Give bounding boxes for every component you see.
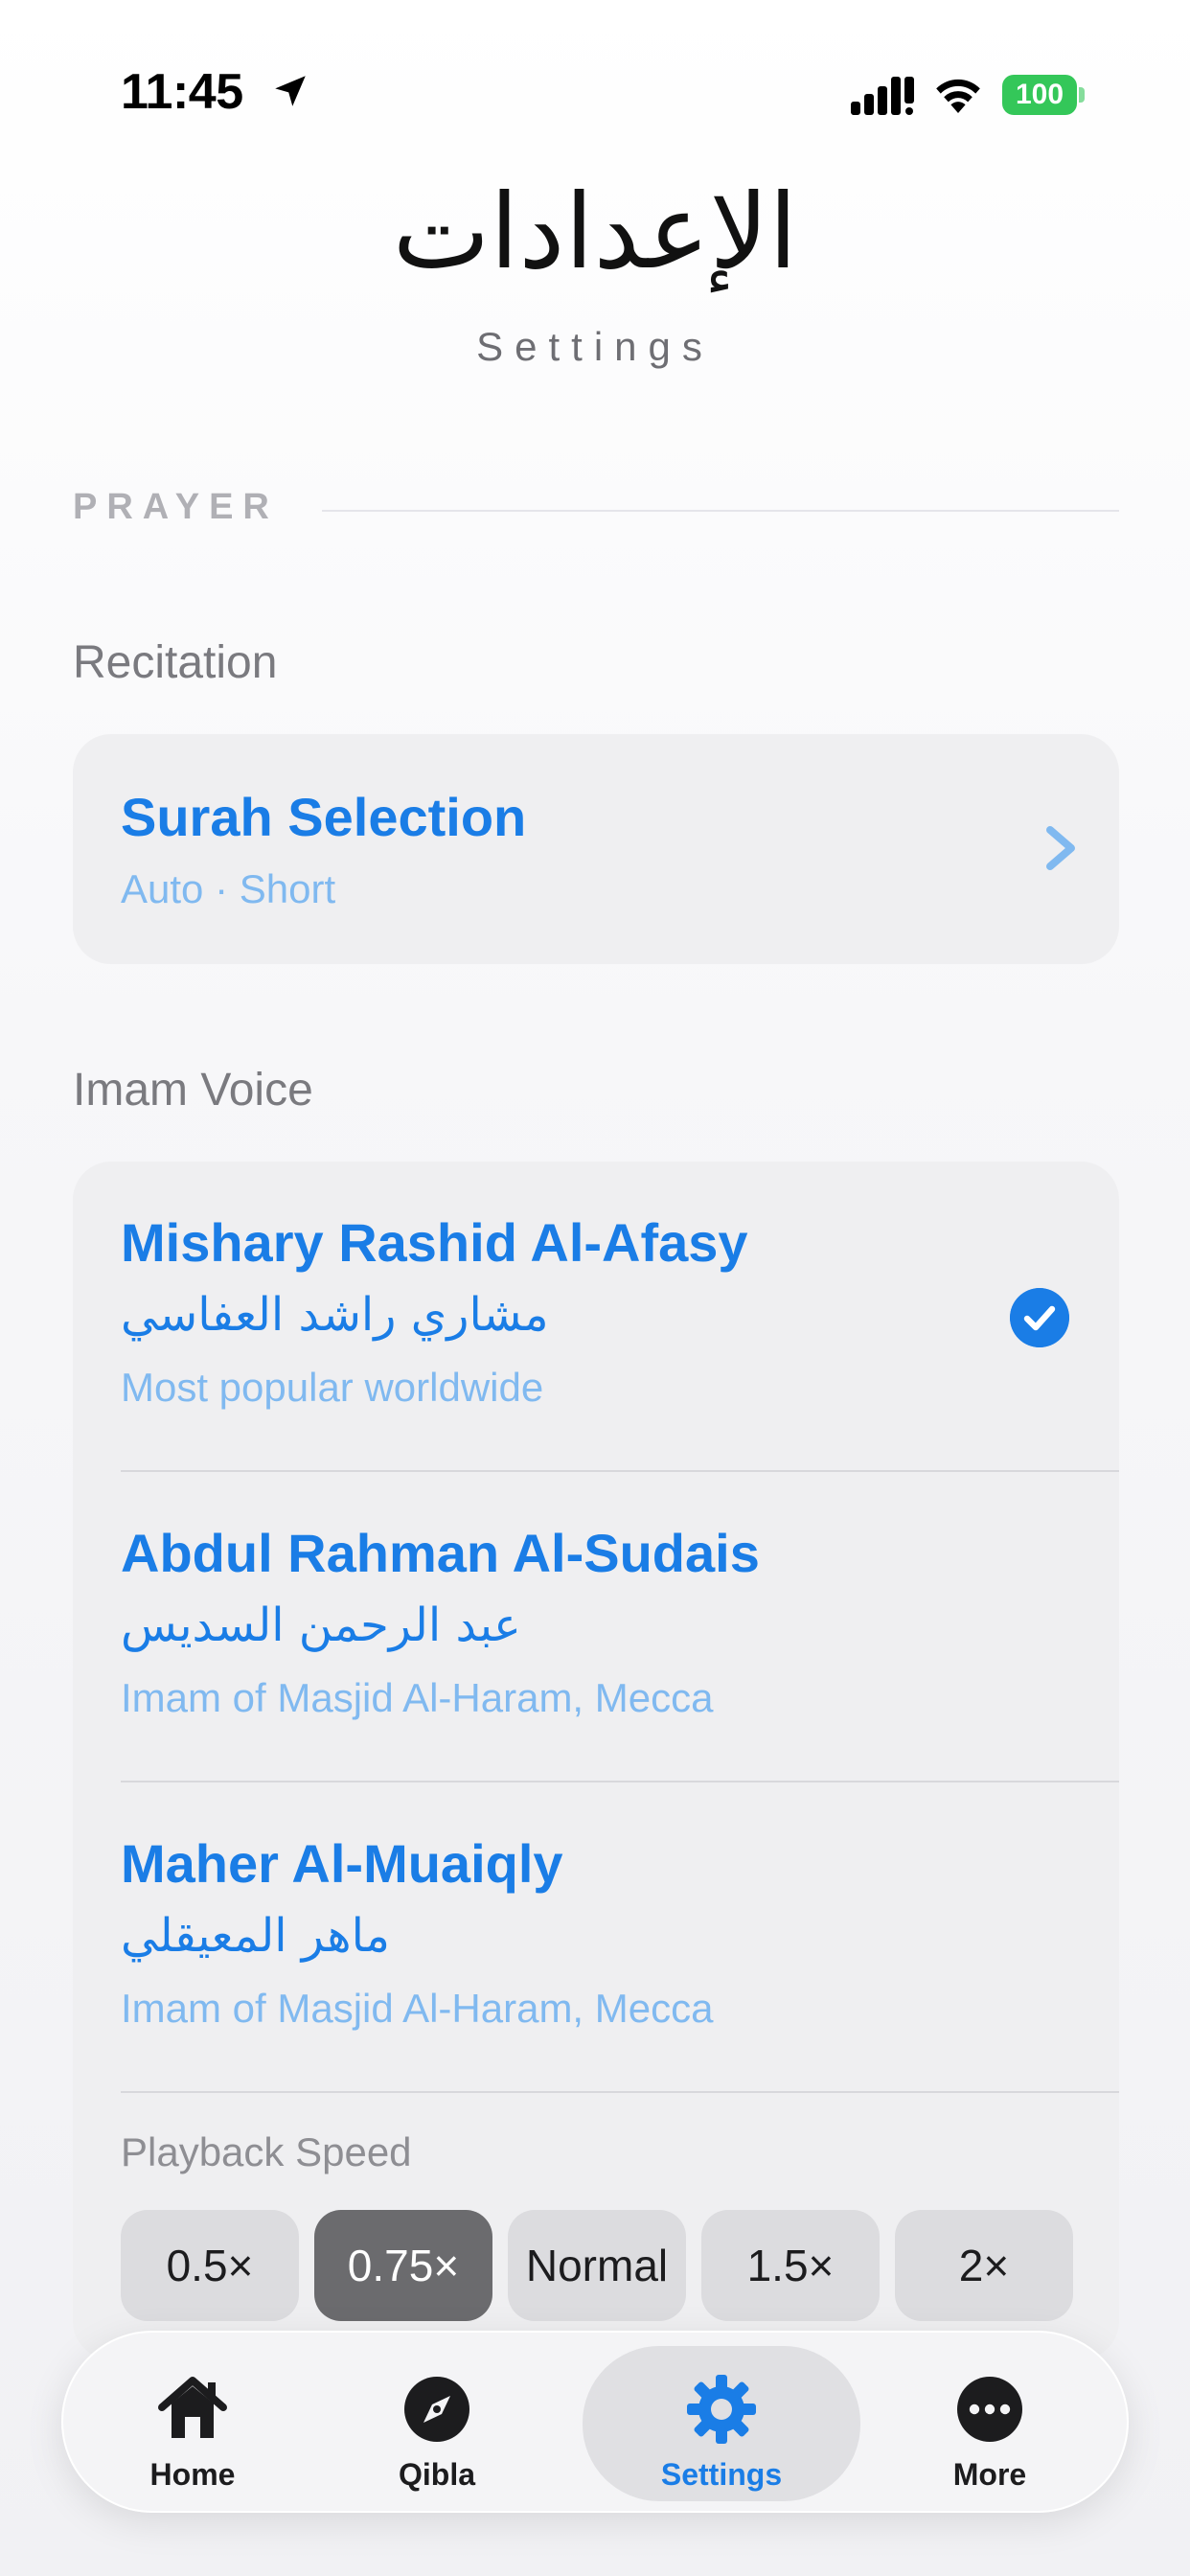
playback-speed-label: Playback Speed (121, 2129, 412, 2174)
status-time: 11:45 (121, 64, 243, 120)
section-divider (322, 510, 1119, 512)
surah-selection-row[interactable]: Surah Selection Auto · Short (73, 734, 1119, 964)
tab-label: Qibla (398, 2457, 475, 2492)
playback-speed-selector: 0.5× 0.75× Normal 1.5× 2× (121, 2210, 1094, 2321)
voice-description: Imam of Masjid Al-Haram, Mecca (121, 1986, 714, 2031)
voice-name: Abdul Rahman Al-Sudais (121, 1523, 760, 1583)
voice-name-arabic: ماهر المعيقلي (121, 1909, 390, 1963)
page-title-arabic: الإعدادات (392, 172, 798, 292)
voice-description: Most popular worldwide (121, 1365, 544, 1410)
recitation-label: Recitation (73, 637, 278, 688)
speed-option-0-75x[interactable]: 0.75× (314, 2210, 492, 2321)
compass-icon (404, 2377, 469, 2442)
voice-option-muaiqly[interactable]: Maher Al-Muaiqly ماهر المعيقلي Imam of M… (73, 1782, 1119, 2093)
wifi-icon (936, 79, 980, 113)
tab-label: More (952, 2457, 1027, 2492)
speed-option-0-5x[interactable]: 0.5× (121, 2210, 299, 2321)
row-divider (121, 2091, 1119, 2093)
signal-icon (851, 77, 914, 115)
status-bar: 11:45 100 (0, 0, 1190, 192)
speed-option-2x[interactable]: 2× (895, 2210, 1073, 2321)
voice-name: Mishary Rashid Al-Afasy (121, 1212, 748, 1273)
imam-voice-card: Mishary Rashid Al-Afasy مشاري راشد العفا… (73, 1162, 1119, 2359)
surah-selection-title: Surah Selection (121, 787, 527, 847)
gear-icon (687, 2375, 756, 2444)
tab-more[interactable]: More (880, 2346, 1100, 2501)
location-arrow-icon (275, 76, 306, 106)
tab-label: Home (149, 2457, 236, 2492)
speed-option-1-5x[interactable]: 1.5× (701, 2210, 880, 2321)
voice-description: Imam of Masjid Al-Haram, Mecca (121, 1675, 714, 1720)
voice-name-arabic: عبد الرحمن السديس (121, 1598, 521, 1652)
voice-option-afasy[interactable]: Mishary Rashid Al-Afasy مشاري راشد العفا… (73, 1162, 1119, 1472)
tab-qibla[interactable]: Qibla (341, 2346, 533, 2501)
voice-name-arabic: مشاري راشد العفاسي (121, 1288, 549, 1342)
voice-name: Maher Al-Muaiqly (121, 1833, 563, 1894)
page-title: Settings (476, 324, 714, 369)
battery-icon: 100 (1002, 75, 1085, 115)
chevron-right-icon (1046, 826, 1075, 870)
imam-voice-label: Imam Voice (73, 1065, 313, 1116)
section-label: PRAYER (73, 487, 279, 527)
home-icon (158, 2377, 227, 2438)
surah-selection-value: Auto · Short (121, 866, 336, 911)
tab-bar: Home Qibla Settings More (61, 2331, 1129, 2513)
battery-level: 100 (1002, 75, 1077, 115)
voice-option-sudais[interactable]: Abdul Rahman Al-Sudais عبد الرحمن السديس… (73, 1472, 1119, 1782)
checkmark-icon (1010, 1288, 1069, 1347)
speed-option-normal[interactable]: Normal (508, 2210, 686, 2321)
more-icon (957, 2377, 1022, 2442)
tab-home[interactable]: Home (82, 2346, 303, 2501)
tab-settings[interactable]: Settings (583, 2346, 860, 2501)
section-header-prayer: PRAYER (73, 487, 1119, 535)
tab-label: Settings (660, 2457, 783, 2492)
